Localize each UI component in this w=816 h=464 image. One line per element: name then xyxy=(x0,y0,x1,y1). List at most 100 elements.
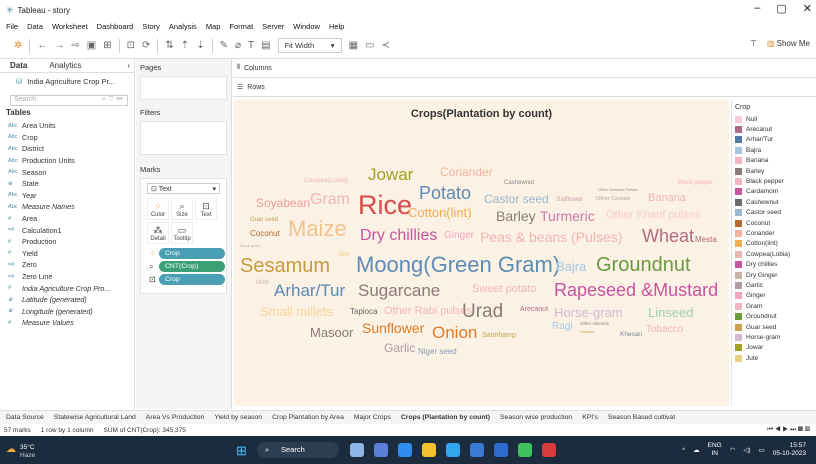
menu-worksheet[interactable]: Worksheet xyxy=(52,22,88,31)
field-item[interactable]: ⊕ Longitude (generated) xyxy=(0,306,134,318)
field-item[interactable]: Abc Area Units xyxy=(0,120,134,132)
word-cloud-word[interactable]: Masoor xyxy=(310,326,353,339)
sheet-tab[interactable]: Area Vs Production xyxy=(146,414,205,421)
word-cloud-word[interactable]: Banana xyxy=(648,193,686,204)
legend-item[interactable]: Dry Ginger xyxy=(732,270,816,280)
menu-server[interactable]: Server xyxy=(262,22,284,31)
taskbar-app-icon[interactable] xyxy=(494,443,508,457)
taskbar-app-icon[interactable] xyxy=(350,443,364,457)
taskbar-search[interactable]: ⌕ Search xyxy=(257,442,339,458)
menu-window[interactable]: Window xyxy=(293,22,320,31)
word-cloud-word[interactable]: Urad xyxy=(462,302,503,321)
menu-story[interactable]: Story xyxy=(142,22,160,31)
word-cloud-word[interactable]: Sunflower xyxy=(362,321,424,335)
word-cloud-word[interactable]: Jowar xyxy=(368,166,413,183)
tab-analytics[interactable]: Analytics xyxy=(49,61,81,70)
field-item[interactable]: Abc District xyxy=(0,143,134,155)
show-me-button[interactable]: ▥ Show Me xyxy=(767,39,810,48)
highlight-icon[interactable]: ✎ xyxy=(220,40,228,51)
word-cloud-word[interactable]: Mesta xyxy=(695,236,717,244)
word-cloud-word[interactable]: Peas & beans (Pulses) xyxy=(480,230,622,244)
word-cloud-view[interactable]: Crops(Plantation by count) Cowpea(Lobia)… xyxy=(234,100,729,406)
legend-item[interactable]: Black pepper xyxy=(732,176,816,186)
field-item[interactable]: Abc Crop xyxy=(0,132,134,144)
field-item[interactable]: ⊕ Latitude (generated) xyxy=(0,294,134,306)
legend-item[interactable]: Cashewnut xyxy=(732,197,816,207)
word-cloud-word[interactable]: Other oilseeds xyxy=(580,321,609,327)
sheet-tab[interactable]: Season wise production xyxy=(500,414,572,421)
word-cloud-word[interactable]: Safflower xyxy=(556,196,583,204)
word-cloud-word[interactable]: Ragi xyxy=(552,322,573,332)
word-cloud-word[interactable]: Sugarcane xyxy=(358,282,440,299)
battery-icon[interactable]: ▭ xyxy=(759,446,765,454)
legend-item[interactable]: Horse-gram xyxy=(732,332,816,342)
taskbar-app-icon[interactable] xyxy=(470,443,484,457)
field-item[interactable]: =# Zero xyxy=(0,259,134,271)
field-item[interactable]: # Area xyxy=(0,213,134,225)
chevron-up-icon[interactable]: ^ xyxy=(682,447,685,454)
legend-item[interactable]: Gram xyxy=(732,301,816,311)
word-cloud-word[interactable]: Other Summer Pulses xyxy=(598,188,637,192)
maximize-button[interactable]: ▢ xyxy=(776,2,786,15)
new-worksheet-icon[interactable]: ⊡ xyxy=(127,40,135,51)
taskbar-app-icon[interactable] xyxy=(422,443,436,457)
fit-width-select[interactable]: Fit Width ▾ xyxy=(277,38,342,53)
menu-dashboard[interactable]: Dashboard xyxy=(97,22,134,31)
legend-item[interactable]: Castor seed xyxy=(732,208,816,218)
field-item[interactable]: # Production xyxy=(0,236,134,248)
cnt-crop-size-pill[interactable]: CNT(Crop) xyxy=(159,261,225,272)
minimize-button[interactable]: – xyxy=(754,2,760,15)
sheet-tab[interactable]: Crop Plantation by Area xyxy=(272,414,344,421)
field-item[interactable]: # India Agriculture Crop Pro... xyxy=(0,282,134,294)
wifi-icon[interactable]: ◠ xyxy=(730,446,736,454)
word-cloud-word[interactable]: Rice xyxy=(358,192,412,219)
field-item[interactable]: Abc Production Units xyxy=(0,155,134,167)
pin-icon[interactable]: ⊤ xyxy=(750,39,757,48)
legend-item[interactable]: Barley xyxy=(732,166,816,176)
legend-item[interactable]: Coconut xyxy=(732,218,816,228)
legend-item[interactable]: Garlic xyxy=(732,280,816,290)
save-icon[interactable]: ▣ xyxy=(87,40,96,51)
menu-file[interactable]: File xyxy=(6,22,18,31)
legend-item[interactable]: Banana xyxy=(732,156,816,166)
word-cloud-word[interactable]: Wheat xyxy=(642,227,694,245)
word-cloud-word[interactable]: Guar seed xyxy=(250,217,278,223)
legend-item[interactable]: Ginger xyxy=(732,291,816,301)
word-cloud-word[interactable]: Coriander xyxy=(440,166,493,178)
crop-text-pill[interactable]: Crop xyxy=(159,274,225,285)
filters-card[interactable] xyxy=(140,121,227,155)
word-cloud-word[interactable]: Cashewnut xyxy=(504,180,534,186)
sort-ascending-icon[interactable]: ⇡ xyxy=(181,40,189,51)
crop-color-pill[interactable]: Crop xyxy=(159,248,225,259)
search-input[interactable]: Search ⌕ ▽ ≡▾ xyxy=(10,95,128,106)
text-button[interactable]: ⊡ Text xyxy=(195,198,217,220)
word-cloud-word[interactable]: Arhar/Tur xyxy=(274,282,345,299)
menu-help[interactable]: Help xyxy=(329,22,344,31)
word-cloud-word[interactable]: Barley xyxy=(496,209,536,223)
word-cloud-word[interactable]: Tobacco xyxy=(646,325,683,335)
legend-item[interactable]: Dry chillies xyxy=(732,259,816,269)
volume-icon[interactable]: ◁) xyxy=(743,446,750,454)
fix-axes-icon[interactable]: ▤ xyxy=(261,40,270,51)
word-cloud-word[interactable]: Black gram xyxy=(240,244,260,248)
sheet-tab[interactable]: Major Crops xyxy=(354,414,391,421)
taskbar-app-icon[interactable] xyxy=(446,443,460,457)
word-cloud-word[interactable]: Cotton(lint) xyxy=(408,206,472,219)
word-cloud-word[interactable]: Dry chillies xyxy=(360,228,437,244)
swap-icon[interactable]: ⇅ xyxy=(165,40,173,51)
legend-item[interactable]: Guar seed xyxy=(732,322,816,332)
word-cloud-word[interactable]: Groundnut xyxy=(596,255,691,275)
search-filter-icons[interactable]: ⌕ ▽ ≡▾ xyxy=(102,96,123,105)
sheet-tab[interactable]: Statewise Agricultural Land xyxy=(54,414,136,421)
labels-icon[interactable]: T xyxy=(248,40,254,51)
word-cloud-word[interactable]: Maize xyxy=(288,218,347,240)
word-cloud-word[interactable]: Arecanut xyxy=(520,306,548,313)
legend-item[interactable]: Cardamom xyxy=(732,187,816,197)
sort-descending-icon[interactable]: ⇣ xyxy=(196,40,204,51)
detail-button[interactable]: ⁂ Detail xyxy=(147,222,169,244)
collapse-icon[interactable]: ‹ xyxy=(127,61,130,70)
legend-item[interactable]: Jowar xyxy=(732,343,816,353)
word-cloud-word[interactable]: Onion xyxy=(432,324,477,341)
sheet-nav-icons[interactable]: ⏮ ◀ ▶ ⏭ ▦ ▥ xyxy=(767,426,810,434)
word-cloud-word[interactable]: Cowpea(Lobia) xyxy=(304,177,348,185)
